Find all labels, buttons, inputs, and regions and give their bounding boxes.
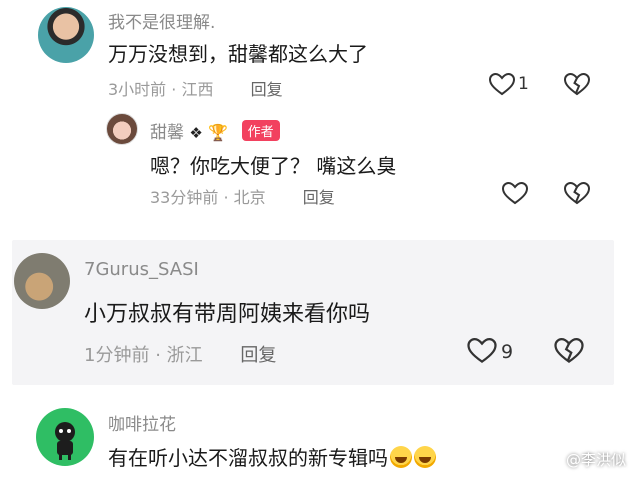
avatar[interactable]	[106, 113, 138, 145]
avatar[interactable]	[14, 253, 70, 309]
like-count: 9	[501, 341, 514, 363]
reply-text: 嗯？你吃大便了？ 嘴这么臭	[150, 154, 397, 178]
comment-location: 浙江	[166, 345, 203, 366]
paw-icon: ❖	[189, 124, 203, 142]
comment-text-body: 有在听小达不溜叔叔的新专辑吗	[108, 446, 388, 470]
laugh-cry-emoji-icon	[414, 446, 436, 468]
reply-button[interactable]: 回复	[251, 80, 283, 99]
reply-username[interactable]: 甜馨	[150, 123, 184, 143]
like-count: 1	[518, 74, 529, 94]
reply-time: 33分钟前	[150, 188, 219, 207]
heart-outline-icon[interactable]	[467, 338, 497, 365]
reply-username-row: 甜馨 ❖ 🏆 作者	[150, 118, 280, 143]
comment-text: 小万叔叔有带周阿姨来看你吗	[84, 302, 371, 327]
laugh-cry-emoji-icon	[390, 446, 412, 468]
comment-meta: 3小时前 · 江西 回复	[108, 80, 283, 99]
comment-time: 1分钟前	[84, 345, 150, 366]
comment-time: 3小时前	[108, 80, 167, 99]
reply-meta: 33分钟前 · 北京 回复	[150, 188, 335, 207]
comment-meta: 1分钟前 · 浙江 回复	[84, 345, 277, 366]
comment-text: 有在听小达不溜叔叔的新专辑吗	[108, 442, 436, 471]
heart-outline-icon[interactable]	[489, 73, 515, 97]
comment-username[interactable]: 7Gurus_SASI	[84, 259, 199, 280]
reply-location: 北京	[233, 188, 266, 207]
broken-heart-icon[interactable]	[554, 338, 584, 365]
watermark: @李洪似	[565, 451, 626, 469]
comment-text: 万万没想到，甜馨都这么大了	[108, 42, 368, 66]
comment-username[interactable]: 咖啡拉花	[108, 410, 176, 435]
broken-heart-icon[interactable]	[564, 182, 590, 206]
heart-outline-icon[interactable]	[502, 182, 528, 206]
avatar[interactable]	[38, 7, 94, 63]
avatar[interactable]	[36, 408, 94, 466]
avatar-illustration	[55, 422, 75, 460]
comment-username[interactable]: 我不是很理解.	[108, 8, 215, 33]
trophy-icon: 🏆	[208, 123, 229, 142]
reply-button[interactable]: 回复	[240, 345, 276, 366]
comment-location: 江西	[181, 80, 214, 99]
author-badge: 作者	[241, 120, 280, 141]
broken-heart-icon[interactable]	[564, 73, 590, 97]
reply-button[interactable]: 回复	[303, 188, 335, 207]
